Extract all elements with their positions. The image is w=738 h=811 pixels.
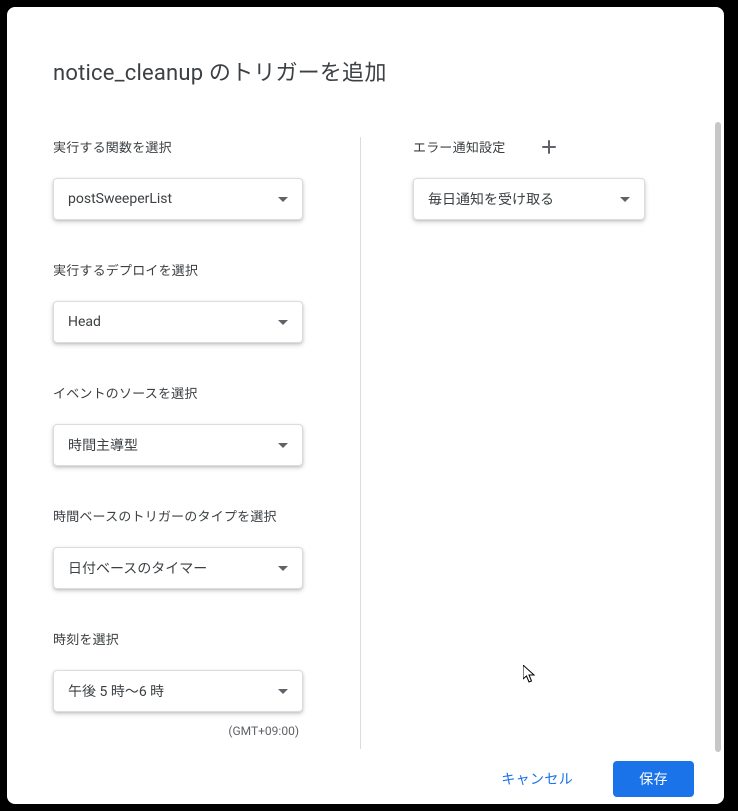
error-label-row: エラー通知設定 <box>413 137 678 156</box>
add-notification-button[interactable] <box>541 139 557 155</box>
trigger-type-field-group: 時間ベースのトリガーのタイプを選択 日付ベースのタイマー <box>53 506 318 589</box>
trigger-dialog: notice_cleanup のトリガーを追加 実行する関数を選択 postSw… <box>7 7 724 804</box>
dropdown-arrow-icon <box>278 689 288 694</box>
error-notify-field-group: エラー通知設定 毎日通知を受け取る <box>413 137 678 220</box>
error-notify-select[interactable]: 毎日通知を受け取る <box>413 178 645 220</box>
function-label: 実行する関数を選択 <box>53 137 318 156</box>
plus-icon <box>541 139 557 155</box>
error-notify-label: エラー通知設定 <box>413 137 505 156</box>
event-source-select-value: 時間主導型 <box>68 435 278 455</box>
dialog-footer: キャンセル 保存 <box>7 754 724 804</box>
event-source-label: イベントのソースを選択 <box>53 383 318 402</box>
dropdown-arrow-icon <box>278 197 288 202</box>
dialog-header: notice_cleanup のトリガーを追加 <box>7 7 724 97</box>
trigger-type-select-value: 日付ベースのタイマー <box>68 558 278 578</box>
dropdown-arrow-icon <box>278 320 288 325</box>
time-select[interactable]: 午後 5 時～6 時 <box>53 670 303 712</box>
time-label: 時刻を選択 <box>53 629 318 648</box>
deploy-select-value: Head <box>68 314 278 330</box>
deploy-label: 実行するデプロイを選択 <box>53 260 318 279</box>
left-column: 実行する関数を選択 postSweeperList 実行するデプロイを選択 He… <box>53 137 360 754</box>
function-select-value: postSweeperList <box>68 191 278 207</box>
time-field-group: 時刻を選択 午後 5 時～6 時 (GMT+09:00) <box>53 629 318 738</box>
dropdown-arrow-icon <box>278 443 288 448</box>
trigger-type-label: 時間ベースのトリガーのタイプを選択 <box>53 506 318 525</box>
trigger-type-select[interactable]: 日付ベースのタイマー <box>53 547 303 589</box>
dropdown-arrow-icon <box>278 566 288 571</box>
right-column: エラー通知設定 毎日通知を受け取る <box>361 137 678 754</box>
dialog-body: 実行する関数を選択 postSweeperList 実行するデプロイを選択 He… <box>7 97 724 754</box>
scrollbar-thumb[interactable] <box>715 122 721 752</box>
timezone-note: (GMT+09:00) <box>53 724 303 738</box>
time-select-value: 午後 5 時～6 時 <box>68 681 278 701</box>
dialog-title: notice_cleanup のトリガーを追加 <box>53 55 678 87</box>
event-source-field-group: イベントのソースを選択 時間主導型 <box>53 383 318 466</box>
event-source-select[interactable]: 時間主導型 <box>53 424 303 466</box>
cancel-button[interactable]: キャンセル <box>479 761 595 797</box>
function-select[interactable]: postSweeperList <box>53 178 303 220</box>
deploy-field-group: 実行するデプロイを選択 Head <box>53 260 318 343</box>
deploy-select[interactable]: Head <box>53 301 303 343</box>
save-button[interactable]: 保存 <box>613 761 694 797</box>
error-notify-select-value: 毎日通知を受け取る <box>428 189 620 209</box>
dropdown-arrow-icon <box>620 197 630 202</box>
function-field-group: 実行する関数を選択 postSweeperList <box>53 137 318 220</box>
